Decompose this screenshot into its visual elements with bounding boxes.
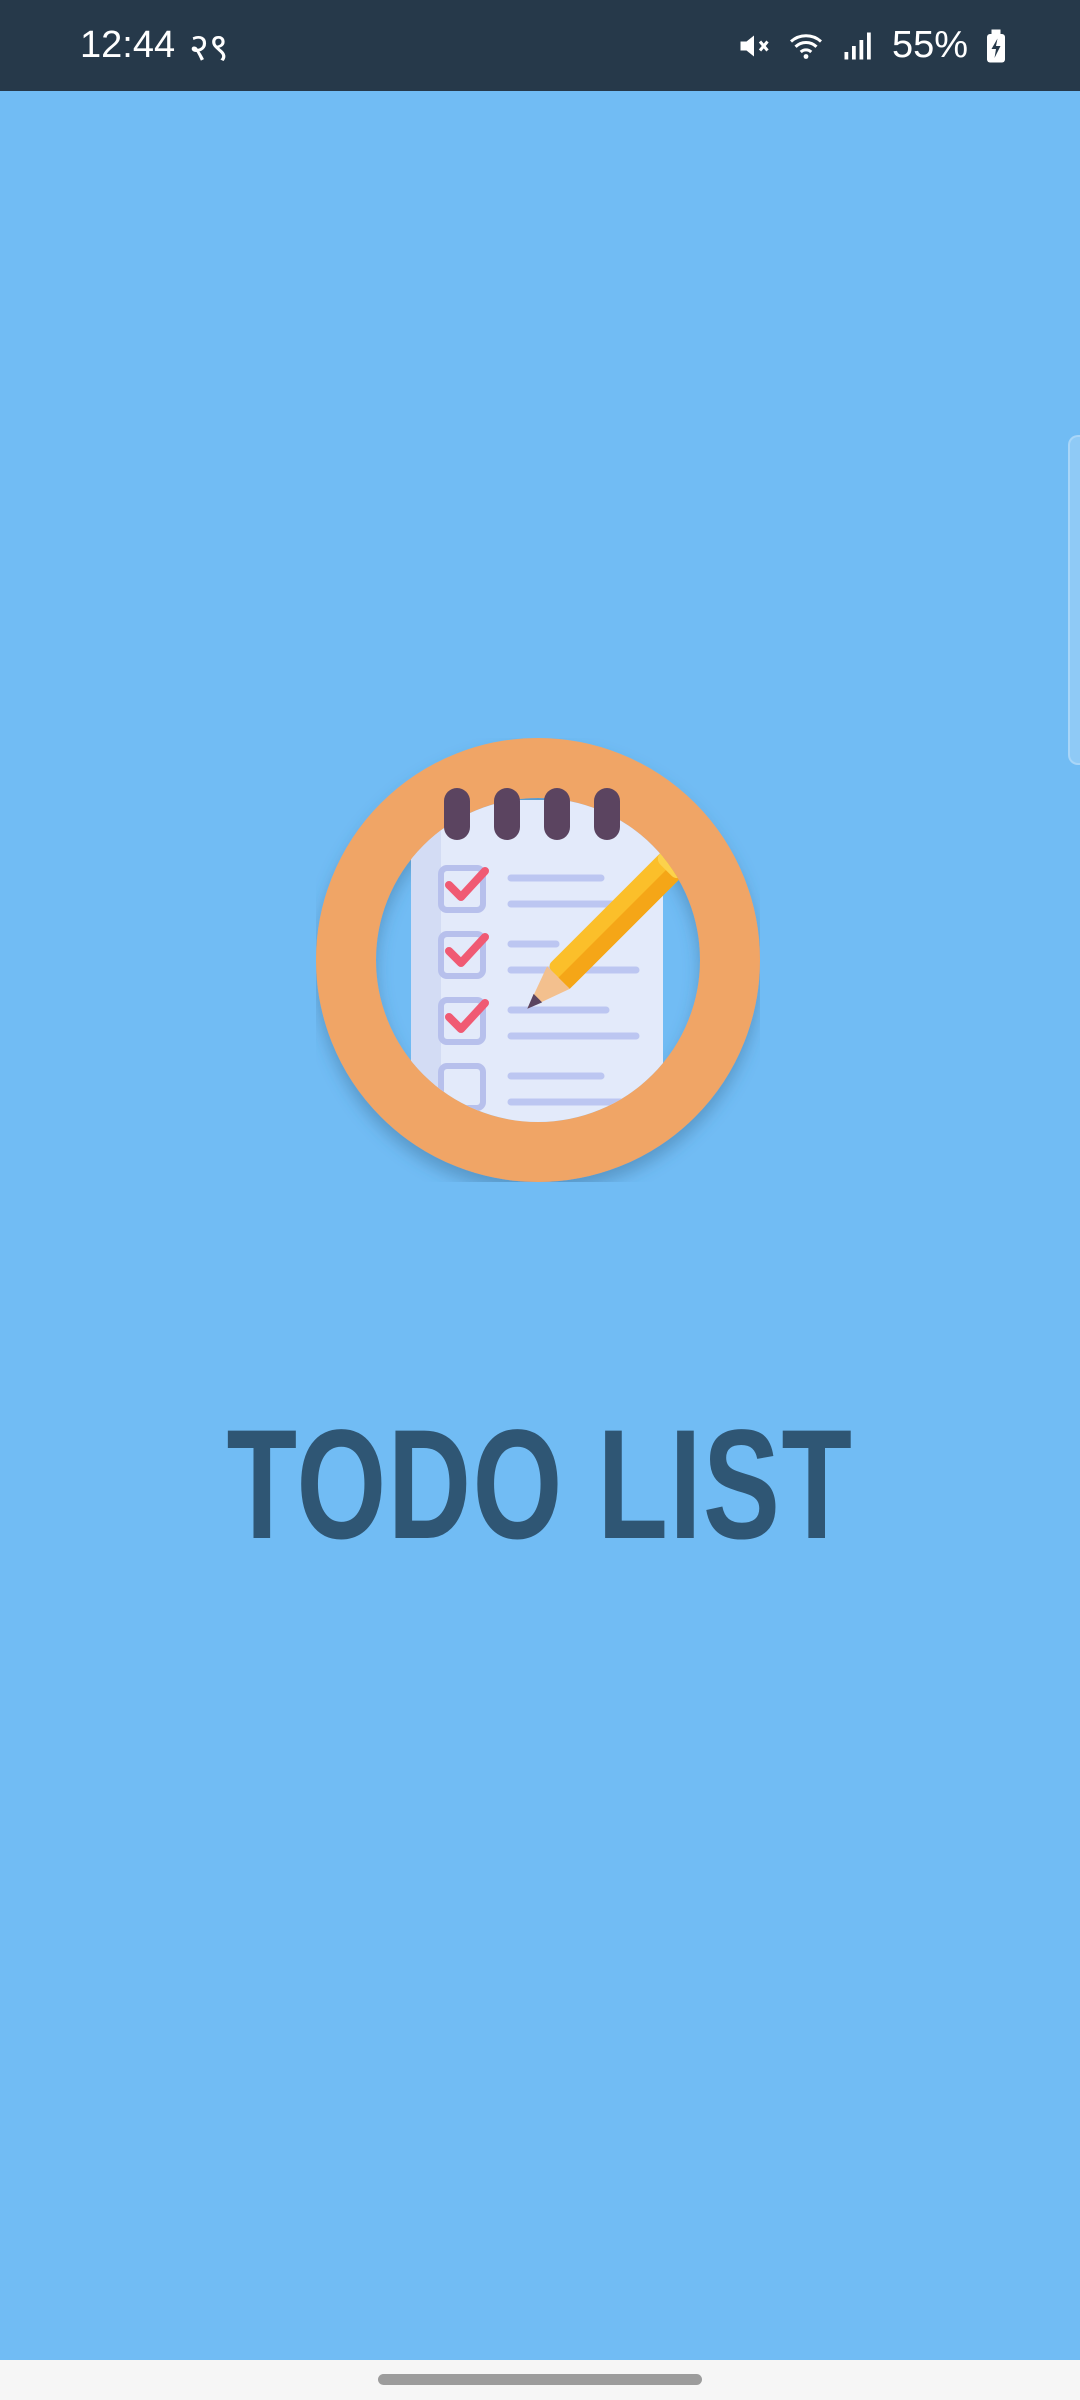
wifi-icon [788,28,824,64]
app-title: TODO LIST [226,1398,854,1572]
status-left: 12:44 २९ [80,0,229,91]
mute-icon [736,28,772,64]
battery-icon [984,28,1008,64]
status-bar: 12:44 २९ 55% [0,0,1080,91]
status-right: 55% [736,0,1008,91]
status-extra-indicator: २९ [189,26,229,69]
edge-panel-handle[interactable] [1068,435,1080,765]
battery-level: 55% [891,24,968,66]
status-time: 12:44 [80,24,176,66]
navigation-bar [0,2360,1080,2400]
home-gesture-handle[interactable] [378,2374,702,2385]
todo-checklist-pencil-icon [316,738,760,1182]
signal-icon [840,28,876,64]
